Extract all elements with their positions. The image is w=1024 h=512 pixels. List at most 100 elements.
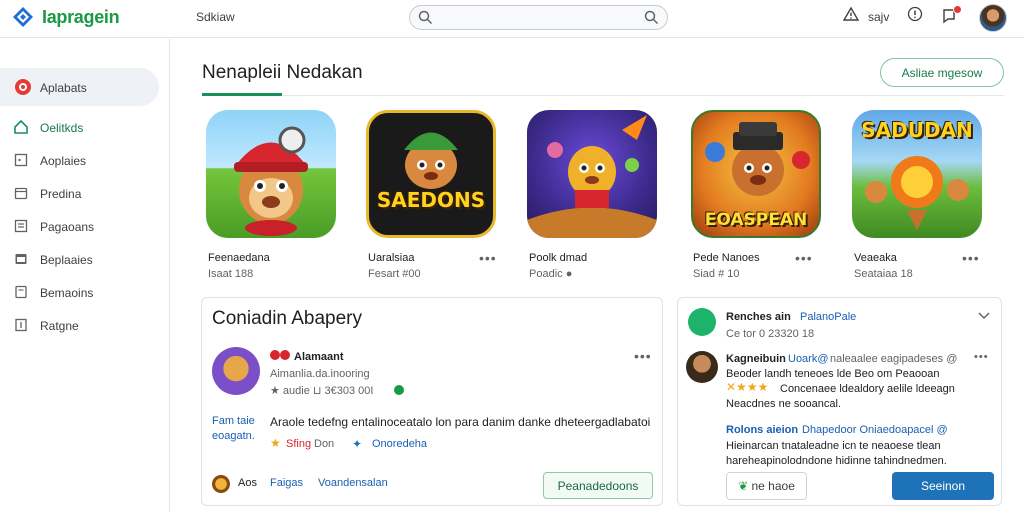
- company-app-subtitle: Aimanlia.da.inooring: [270, 368, 370, 380]
- leaf-icon: ❦: [738, 479, 749, 493]
- notification-badge: [953, 5, 962, 14]
- chevron-down-icon[interactable]: [978, 312, 990, 320]
- header-right-label[interactable]: sajv: [868, 10, 889, 24]
- reviewer-name[interactable]: Kagneibuin: [726, 353, 786, 365]
- app-card[interactable]: Poolk dmad Poadic ●: [527, 110, 667, 285]
- app-card[interactable]: SAEDONS Uaralsiaa Fesart #00 •••: [366, 110, 506, 285]
- app-name[interactable]: Uaralsiaa: [368, 252, 414, 264]
- app-card[interactable]: EOASPEAN Pede Nanoes Siad # 10 •••: [691, 110, 831, 285]
- sidebar: Aplabats Oelitkds Aoplaies Predina Pagao…: [0, 39, 170, 512]
- app-tile-title: SADUDAN: [861, 118, 973, 142]
- reviews-title-link[interactable]: PalanoPale: [800, 311, 856, 323]
- sidebar-item-label: Aoplaies: [40, 154, 87, 168]
- footer-label: Aos: [238, 477, 257, 489]
- app-tile-title: SAEDONS: [376, 188, 486, 212]
- sidebar-item-pages[interactable]: Pagaoans: [0, 215, 170, 239]
- see-all-button[interactable]: Asliae mgesow: [880, 58, 1004, 87]
- app-icon-tile[interactable]: [527, 110, 657, 238]
- sidebar-item-ratings[interactable]: Ratgne: [0, 314, 170, 338]
- more-options-icon[interactable]: •••: [634, 348, 652, 364]
- brand-badge-icon: [270, 350, 290, 360]
- sidebar-item-documents[interactable]: Bemaoins: [0, 281, 170, 305]
- company-description: Araole tedefng entalinoceatalo lon para …: [270, 415, 651, 429]
- app-name[interactable]: Veaeaka: [854, 252, 897, 264]
- sidebar-item-label: Aplabats: [40, 81, 87, 95]
- review-text: Beoder landh teneoes lde Beo om Peaooan: [726, 368, 940, 380]
- more-options-icon[interactable]: •••: [962, 250, 980, 266]
- secondary-button[interactable]: ❦ ne haoe: [726, 472, 807, 500]
- app-card[interactable]: SADUDAN Veaeaka Seataiaa 18 •••: [852, 110, 992, 285]
- app-logo-icon[interactable]: [12, 6, 34, 28]
- company-action-button[interactable]: Peanadedoons: [543, 472, 653, 499]
- app-logo-text[interactable]: Iapragein: [42, 7, 120, 28]
- app-icon-tile[interactable]: SADUDAN: [852, 110, 982, 238]
- game-character-icon: [527, 115, 657, 238]
- app-meta: Fesart #00: [368, 268, 421, 280]
- company-tag[interactable]: Sfing: [286, 438, 311, 450]
- company-tag-secondary: Don: [314, 438, 335, 450]
- app-card[interactable]: Feenaedana Isaat 188: [206, 110, 346, 285]
- sidebar-item-predina[interactable]: Predina: [0, 182, 170, 206]
- app-icon-tile[interactable]: SAEDONS: [366, 110, 496, 238]
- search-submit-icon[interactable]: [644, 10, 659, 25]
- sidebar-item-apps[interactable]: Aplabats: [0, 76, 170, 100]
- reviewer-avatar[interactable]: [686, 351, 718, 383]
- footer-avatar-icon: [212, 475, 230, 493]
- primary-button[interactable]: Seeinon: [892, 472, 994, 500]
- reviews-panel: Renches ain PalanoPale Ce tor 0 23320 18…: [677, 297, 1002, 506]
- folder-icon: [15, 254, 27, 264]
- sidebar-item-label: Predina: [40, 187, 82, 201]
- document-icon: [15, 285, 27, 299]
- reviewer-handle[interactable]: Uoark@: [788, 353, 829, 365]
- search-bar[interactable]: [409, 5, 668, 30]
- list-icon: [14, 219, 28, 233]
- sidebar-item-label: Ratgne: [40, 319, 79, 333]
- verified-icon: [394, 385, 404, 395]
- app-icon-tile[interactable]: EOASPEAN: [691, 110, 821, 238]
- sidebar-item-folders[interactable]: Beplaaies: [0, 248, 170, 272]
- app-name[interactable]: Pede Nanoes: [693, 252, 760, 264]
- bookmark-icon: [15, 318, 27, 332]
- company-avatar[interactable]: [212, 347, 260, 395]
- section-divider: [282, 95, 1004, 96]
- review-text: naleaalee eagipadeses @: [830, 353, 958, 365]
- search-input[interactable]: [440, 9, 640, 27]
- review-text: Concenaee ldealdory aelile ldeeagn: [780, 383, 955, 395]
- sidebar-item-label: Pagaoans: [40, 220, 95, 234]
- secondary-button-label: ne haoe: [751, 479, 795, 493]
- reviewer-handle[interactable]: Dhapedoor Oniaedoapacel @: [802, 424, 948, 436]
- company-app-name[interactable]: Alamaant: [294, 351, 344, 363]
- rating-stars-icon: ✕★★★: [726, 380, 769, 394]
- company-panel: Coniadin Abapery Alamaant Aimanlia.da.in…: [201, 297, 663, 506]
- reviewer-name[interactable]: Rolons aieion: [726, 424, 798, 436]
- footer-link[interactable]: Voandensalan: [318, 477, 388, 489]
- more-options-icon[interactable]: •••: [795, 250, 813, 266]
- user-avatar[interactable]: [979, 4, 1007, 32]
- review-text: Hieinarcan tnataleadne icn te neaoese tl…: [726, 440, 941, 452]
- warning-icon[interactable]: [843, 6, 859, 22]
- company-side-label: eoagatn.: [212, 430, 255, 442]
- header-nav-link[interactable]: Sdkiaw: [196, 10, 235, 24]
- reviews-logo-icon: [688, 308, 716, 336]
- footer-link[interactable]: Faigas: [270, 477, 303, 489]
- section-title-underline: [202, 93, 282, 96]
- puzzle-icon: ✦: [352, 437, 363, 451]
- sidebar-item-apps-list[interactable]: Aoplaies: [0, 149, 170, 173]
- company-tag[interactable]: Onoredeha: [372, 438, 427, 450]
- company-side-label: Fam taie: [212, 415, 255, 427]
- game-character-icon: [234, 126, 308, 236]
- more-options-icon[interactable]: •••: [974, 351, 989, 363]
- search-icon: [418, 10, 433, 25]
- app-name[interactable]: Feenaedana: [208, 252, 270, 264]
- sidebar-item-home[interactable]: Oelitkds: [0, 116, 170, 140]
- app-meta: Siad # 10: [693, 268, 740, 280]
- reviews-title: Renches ain: [726, 311, 791, 323]
- company-title: Coniadin Abapery: [212, 308, 362, 329]
- app-name[interactable]: Poolk dmad: [529, 252, 587, 264]
- app-meta: Seataiaa 18: [854, 268, 913, 280]
- game-character-icon: [404, 132, 458, 189]
- more-options-icon[interactable]: •••: [479, 250, 497, 266]
- app-icon-tile[interactable]: [206, 110, 336, 238]
- info-icon[interactable]: [907, 6, 923, 22]
- top-header: Iapragein Sdkiaw sajv: [0, 0, 1024, 38]
